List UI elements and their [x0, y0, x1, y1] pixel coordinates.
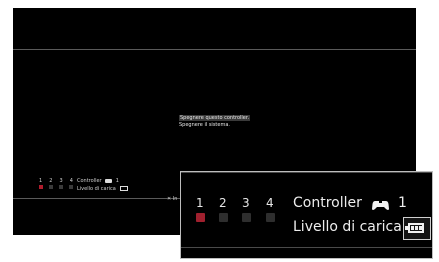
- port-number: 3: [59, 178, 63, 184]
- controller-label: Controller: [77, 178, 102, 184]
- port-number: 1: [39, 178, 43, 184]
- zoom-port-number: 3: [242, 196, 250, 210]
- gamepad-icon: [105, 178, 113, 183]
- gamepad-icon: [372, 201, 389, 210]
- battery-icon: [408, 223, 424, 233]
- controller-label-row: Controller 1: [77, 178, 119, 184]
- battery-bar: [411, 226, 414, 230]
- port-indicator-active: [39, 185, 43, 189]
- menu-option-turn-off-system[interactable]: Spegnere il sistema.: [179, 122, 250, 129]
- power-options-menu: Spegnere questo controller. Spegnere il …: [179, 115, 251, 129]
- port-indicator: [69, 185, 73, 189]
- menu-option-turn-off-controller[interactable]: Spegnere questo controller.: [179, 115, 251, 122]
- zoom-charge-label: Livello di carica: [293, 219, 402, 235]
- zoom-divider-bottom: [181, 247, 432, 248]
- port-indicator: [49, 185, 53, 189]
- zoom-inset: 1 2 3 4 Controller 1 Livello di carica: [180, 171, 433, 259]
- battery-bar: [415, 226, 418, 230]
- charge-label-row: Livello di carica: [77, 186, 129, 192]
- zoom-port-indicator-active: [196, 213, 205, 222]
- footer-hint: ✕ In: [167, 196, 178, 202]
- zoom-port-indicator: [266, 213, 275, 222]
- top-divider: [13, 49, 416, 50]
- port-number: 2: [49, 178, 53, 184]
- zoom-controller-label: Controller: [293, 195, 362, 211]
- zoom-port-indicator: [219, 213, 228, 222]
- port-numbers: 1 2 3 4: [39, 178, 73, 184]
- zoom-divider-top: [181, 172, 432, 173]
- zoom-port-number: 1: [196, 196, 204, 210]
- zoom-controller-number: 1: [398, 195, 407, 211]
- controller-number: 1: [115, 178, 119, 184]
- port-number: 4: [69, 178, 73, 184]
- battery-icon: [120, 186, 129, 191]
- zoom-port-indicator: [242, 213, 251, 222]
- port-indicators: [39, 185, 73, 189]
- zoom-port-number: 2: [219, 196, 227, 210]
- zoom-port-number: 4: [266, 196, 274, 210]
- port-indicator: [59, 185, 63, 189]
- charge-label: Livello di carica: [77, 186, 116, 192]
- battery-bar: [419, 226, 422, 230]
